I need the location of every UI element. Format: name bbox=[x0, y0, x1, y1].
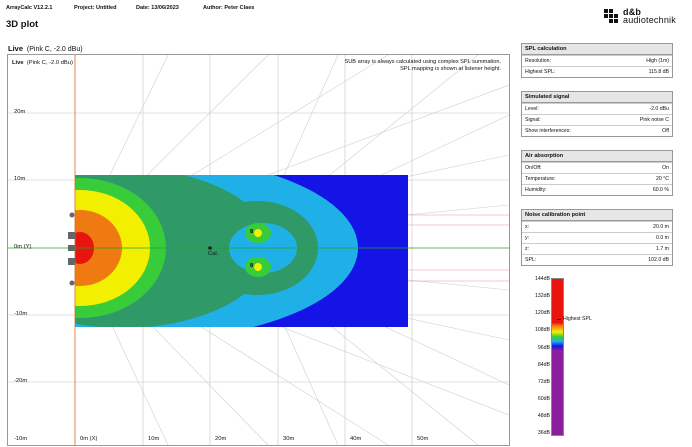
interferences-row: Show interferences: Off bbox=[522, 125, 672, 136]
scale-label: 36dB bbox=[537, 430, 550, 436]
signal-row: Signal: Pink noise C bbox=[522, 114, 672, 125]
row-value: -2.0 dBu bbox=[649, 106, 669, 112]
row-key: Level: bbox=[525, 106, 539, 112]
spl-row: SPL: 102.0 dB bbox=[522, 254, 672, 265]
level-row: Level: -2.0 dBu bbox=[522, 103, 672, 114]
x-tick: 30m bbox=[283, 436, 295, 442]
row-value: 20 °C bbox=[655, 176, 669, 182]
author-label: Author: Peter Claes bbox=[203, 5, 255, 11]
panel-title: SPL calculation bbox=[522, 44, 672, 55]
project-label: Project: Untitled bbox=[74, 5, 117, 11]
y-tick: 0m (Y) bbox=[14, 244, 32, 250]
row-value: 60.0 % bbox=[652, 187, 669, 193]
scale-label: 48dB bbox=[537, 413, 550, 419]
noise-calibration-panel: Noise calibration point x: 20.0 m y: 0.0 m… bbox=[521, 209, 673, 266]
scale-label: 84dB bbox=[537, 362, 550, 368]
x-tick: 0m (X) bbox=[80, 436, 98, 442]
scale-label: 120dB bbox=[534, 310, 550, 316]
cal-point[interactable] bbox=[208, 246, 212, 250]
cal-label: Cal. bbox=[208, 251, 219, 257]
row-key: Highest SPL: bbox=[525, 69, 556, 75]
row-key: SPL: bbox=[525, 257, 537, 263]
x-tick: 50m bbox=[417, 436, 429, 442]
spl-plot-canvas bbox=[8, 55, 509, 445]
z-row: z: 1.7 m bbox=[522, 243, 672, 254]
plot-title-bold: Live bbox=[8, 44, 24, 53]
highest-spl-label: Highest SPL bbox=[563, 316, 592, 322]
sub-source-label: 8 bbox=[250, 229, 254, 235]
app-version: ArrayCalc V12.2.1 bbox=[6, 5, 53, 11]
scale-label: 144dB bbox=[534, 276, 550, 282]
speaker-array-3[interactable] bbox=[68, 258, 75, 265]
speakers bbox=[68, 212, 75, 286]
plot-inner-title: Live (Pink C, -2.0 dBu) bbox=[12, 60, 73, 66]
sub-source-label: 8 bbox=[250, 263, 254, 269]
x-row: x: 20.0 m bbox=[522, 221, 672, 232]
scale-label: 108dB bbox=[534, 327, 550, 333]
onoff-row: On/Off: On bbox=[522, 162, 672, 173]
plot-inner-signal: (Pink C, -2.0 dBu) bbox=[26, 60, 73, 66]
speaker-array-2[interactable] bbox=[68, 245, 75, 251]
x-tick: 40m bbox=[350, 436, 362, 442]
row-key: x: bbox=[525, 224, 530, 230]
air-absorption-panel: Air absorption On/Off: On Temperature: 20 … bbox=[521, 150, 673, 196]
scale-label: 132dB bbox=[534, 293, 550, 299]
x-tick: -10m bbox=[14, 436, 28, 442]
row-value: Pink noise C bbox=[639, 117, 669, 123]
row-key: Temperature: bbox=[525, 176, 556, 182]
panel-title: Noise calibration point bbox=[522, 210, 672, 221]
scale-label: 96dB bbox=[537, 345, 550, 351]
y-tick: -10m bbox=[14, 311, 28, 317]
temperature-row: Temperature: 20 °C bbox=[522, 173, 672, 184]
plot-note: SUB array is always calculated using com… bbox=[345, 59, 501, 73]
row-key: Resolution: bbox=[525, 58, 551, 64]
panel-title: Simulated signal bbox=[522, 92, 672, 103]
row-value: 1.7 m bbox=[656, 246, 669, 252]
plot-title: Live (Pink C, -2.0 dBu) bbox=[8, 44, 83, 53]
logo-grid-icon bbox=[604, 9, 618, 23]
plot-title-signal: (Pink C, -2.0 dBu) bbox=[26, 46, 83, 53]
row-value: High (1m) bbox=[646, 58, 669, 64]
row-key: On/Off: bbox=[525, 165, 542, 171]
y-tick: 10m bbox=[14, 176, 26, 182]
plot-inner-bold: Live bbox=[12, 60, 24, 66]
speaker-bottom[interactable] bbox=[69, 280, 75, 286]
x-tick: 10m bbox=[148, 436, 160, 442]
spl-plot[interactable]: Live (Pink C, -2.0 dBu) SUB array is alw… bbox=[7, 54, 510, 446]
brand-logo: d&b audiotechnik bbox=[603, 8, 676, 25]
row-key: z: bbox=[525, 246, 530, 252]
logo-line2: audiotechnik bbox=[623, 15, 676, 25]
spl-calculation-panel: SPL calculation Resolution: High (1m) Hig… bbox=[521, 43, 673, 78]
scale-label: 72dB bbox=[537, 379, 550, 385]
y-tick: -20m bbox=[14, 378, 28, 384]
row-key: Signal: bbox=[525, 117, 541, 123]
y-row: y: 0.0 m bbox=[522, 232, 672, 243]
row-key: Humidity: bbox=[525, 187, 547, 193]
resolution-row: Resolution: High (1m) bbox=[522, 55, 672, 66]
highest-spl-row: Highest SPL: 115.8 dB bbox=[522, 66, 672, 77]
date-label: Date: 13/06/2023 bbox=[136, 5, 179, 11]
highest-spl-marker bbox=[557, 319, 561, 320]
plot-note-line2: SPL mapping is shown at listener height. bbox=[400, 66, 501, 72]
page-title: 3D plot bbox=[6, 19, 39, 30]
speaker-array-1[interactable] bbox=[68, 232, 75, 239]
row-value: Off bbox=[662, 128, 669, 134]
spl-color-scale bbox=[551, 278, 564, 436]
row-value: 20.0 m bbox=[653, 224, 669, 230]
panel-title: Air absorption bbox=[522, 151, 672, 162]
scale-label: 60dB bbox=[537, 396, 550, 402]
x-tick: 20m bbox=[215, 436, 227, 442]
y-tick: 20m bbox=[14, 109, 26, 115]
humidity-row: Humidity: 60.0 % bbox=[522, 184, 672, 195]
row-key: Show interferences: bbox=[525, 128, 571, 134]
simulated-signal-panel: Simulated signal Level: -2.0 dBu Signal: P… bbox=[521, 91, 673, 137]
row-value: 115.8 dB bbox=[648, 69, 669, 75]
row-key: y: bbox=[525, 235, 530, 241]
row-value: 0.0 m bbox=[656, 235, 669, 241]
row-value: 102.0 dB bbox=[648, 257, 669, 263]
plot-note-line1: SUB array is always calculated using com… bbox=[344, 59, 501, 65]
row-value: On bbox=[662, 165, 669, 171]
speaker-top[interactable] bbox=[69, 212, 75, 218]
